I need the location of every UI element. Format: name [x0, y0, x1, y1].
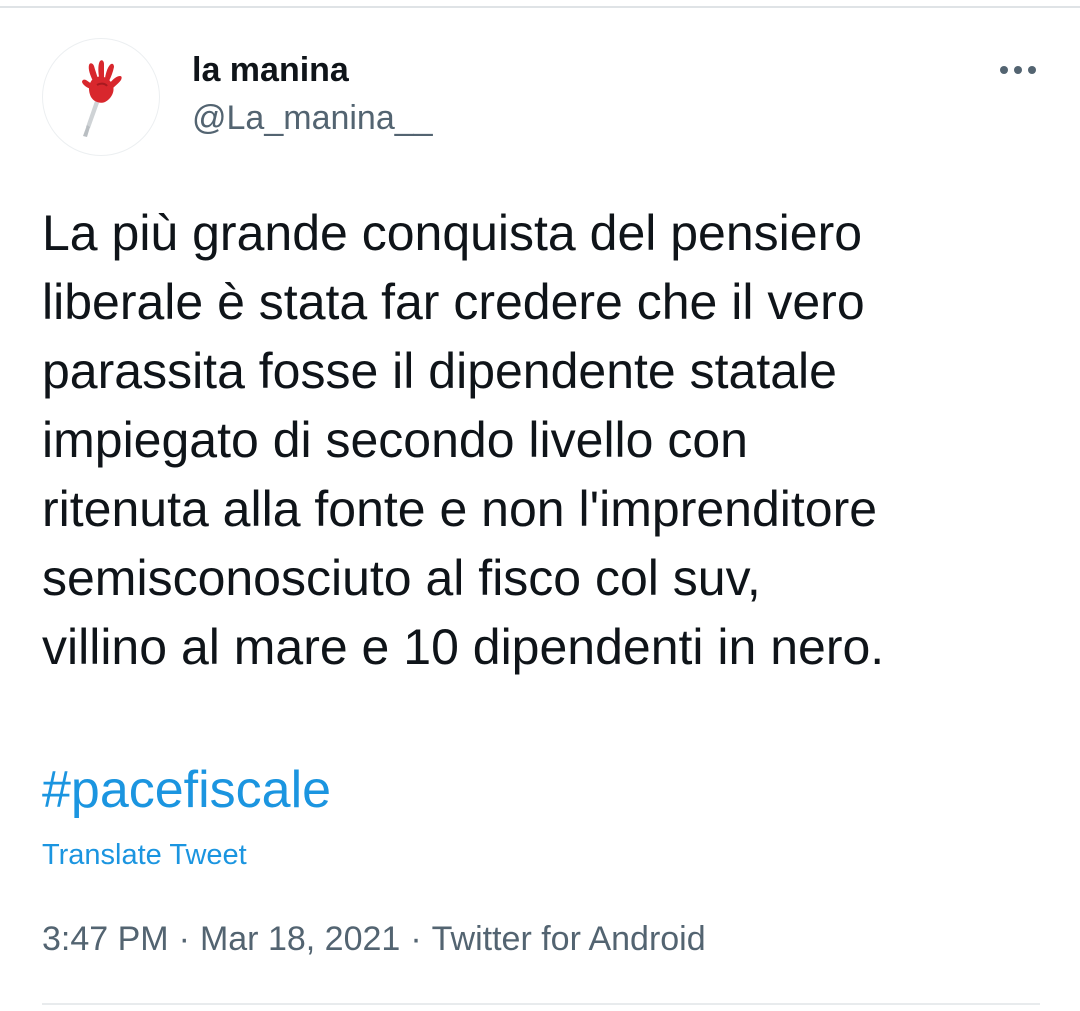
- tweet-source[interactable]: Twitter for Android: [432, 920, 706, 958]
- tweet-text-line: La più grande conquista del pensiero: [42, 205, 863, 261]
- more-horizontal-icon: [1000, 66, 1036, 74]
- tweet-metadata: 3:47 PM · Mar 18, 2021 · Twitter for Android: [42, 915, 706, 963]
- avatar[interactable]: [42, 38, 160, 156]
- bottom-divider: [42, 1003, 1040, 1005]
- tweet-text-line: liberale è stata far credere che il vero: [42, 274, 865, 330]
- author-handle[interactable]: @La_manina__: [192, 98, 433, 138]
- tweet-time[interactable]: 3:47 PM: [42, 920, 169, 958]
- tweet-text: La più grande conquista del pensiero lib…: [42, 199, 1052, 682]
- meta-separator: ·: [410, 920, 422, 958]
- translate-tweet-link[interactable]: Translate Tweet: [42, 837, 247, 873]
- meta-separator: ·: [178, 920, 190, 958]
- author-display-name[interactable]: la manina: [192, 50, 349, 90]
- tweet-text-line: impiegato di secondo livello con: [42, 412, 748, 468]
- more-options-button[interactable]: [996, 56, 1040, 84]
- tweet-text-line: semisconosciuto al fisco col suv,: [42, 550, 761, 606]
- tweet-text-line: villino al mare e 10 dipendenti in nero.: [42, 619, 885, 675]
- top-divider: [0, 6, 1080, 8]
- red-hand-clapper-icon: [82, 60, 122, 137]
- tweet-date[interactable]: Mar 18, 2021: [200, 920, 400, 958]
- tweet-text-line: parassita fosse il dipendente statale: [42, 343, 837, 399]
- hashtag-link[interactable]: #pacefiscale: [42, 758, 331, 822]
- tweet-text-line: ritenuta alla fonte e non l'imprenditore: [42, 481, 878, 537]
